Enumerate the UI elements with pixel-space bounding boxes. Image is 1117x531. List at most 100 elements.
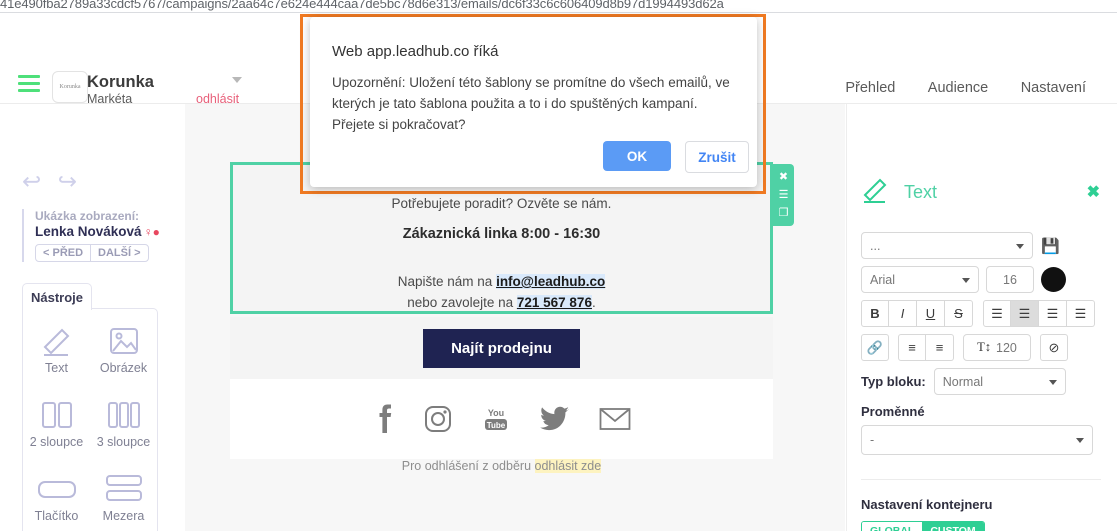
preview-pager: < PŘED DALŠÍ > (35, 244, 149, 262)
contact-suffix: . (591, 295, 596, 310)
spacer-icon (103, 469, 145, 509)
top-navigation: Přehled Audience Nastavení (817, 79, 1117, 97)
contact-email-link[interactable]: info@leadhub.co (496, 274, 606, 289)
link-chain-icon[interactable]: 🔗 (861, 334, 889, 361)
strikethrough-label: S (954, 306, 963, 321)
tool-button[interactable]: Tlačítko (23, 469, 90, 531)
toggle-global[interactable]: GLOBAL (862, 522, 923, 531)
underline-label: U (925, 306, 936, 321)
female-gender-icon: ♀● (143, 225, 160, 239)
format-row: B I U S ☰ ☰ ☰ ☰ (861, 300, 1095, 327)
chevron-down-icon (1016, 243, 1024, 249)
properties-panel: Text ✖ ... 💾 Arial 16 B I U S ☰ ☰ ☰ ☰ 🔗 … (846, 104, 1117, 531)
tool-image[interactable]: Obrázek (90, 321, 157, 395)
align-center-icon[interactable]: ☰ (1011, 300, 1039, 327)
tab-nastroje[interactable]: Nástroje (22, 283, 92, 310)
hamburger-bar (18, 89, 40, 92)
italic-icon[interactable]: I (889, 300, 917, 327)
clear-format-icon[interactable]: ⊘ (1040, 334, 1068, 361)
tool-three-columns-label: 3 sloupce (96, 435, 151, 449)
youtube-icon[interactable]: You Tube (481, 404, 511, 434)
block-type-row: Typ bloku: Normal (861, 368, 1066, 395)
tool-button-label: Tlačítko (34, 509, 79, 523)
tool-two-columns[interactable]: 2 sloupce (23, 395, 90, 469)
footer-prefix: Pro odhlášení z odběru (401, 459, 535, 473)
email-cta-zone: Najít prodejnu (230, 317, 773, 379)
image-icon (108, 321, 140, 361)
brand-logo: Korunka (52, 71, 88, 103)
block-duplicate-icon[interactable]: ❐ (779, 204, 789, 222)
instagram-icon[interactable] (424, 405, 452, 433)
tool-spacer[interactable]: Mezera (90, 469, 157, 531)
tool-spacer-label: Mezera (102, 509, 145, 523)
tool-text[interactable]: Text (23, 321, 90, 395)
nav-item-prehled[interactable]: Přehled (845, 80, 895, 96)
tool-two-columns-label: 2 sloupce (29, 435, 84, 449)
variables-select[interactable]: - (861, 425, 1093, 455)
preview-recipient-box: Ukázka zobrazení: Lenka Nováková ♀● < PŘE… (22, 209, 160, 262)
nav-item-nastaveni[interactable]: Nastavení (1021, 80, 1086, 96)
email-line-advice: Potřebujete poradit? Ozvěte se nám. (391, 196, 612, 211)
facebook-icon[interactable] (373, 404, 395, 434)
svg-text:Tube: Tube (486, 421, 505, 430)
redo-arrow-icon[interactable]: ↪ (58, 170, 77, 193)
align-right-icon[interactable]: ☰ (1039, 300, 1067, 327)
contact-phone-text[interactable]: 721 567 876 (517, 295, 592, 310)
svg-text:You: You (487, 408, 503, 418)
contact-email-text[interactable]: info@leadhub.co (496, 274, 605, 289)
font-size-input[interactable]: 16 (986, 266, 1034, 293)
browser-url-strip: 41e490fba2789a33cdcf5767/campaigns/2aa64… (0, 0, 1117, 13)
style-select[interactable]: ... (861, 232, 1033, 259)
email-envelope-icon[interactable] (599, 407, 631, 431)
block-type-value: Normal (942, 374, 984, 389)
app-root: 41e490fba2789a33cdcf5767/campaigns/2aa64… (0, 0, 1117, 531)
container-settings-label: Nastavení kontejneru (861, 497, 993, 512)
properties-title: Text (904, 182, 938, 202)
email-social-row: You Tube (230, 379, 773, 459)
brand-name: Korunka (87, 73, 154, 91)
floppy-save-icon[interactable]: 💾 (1041, 237, 1060, 255)
account-chevron-down-icon[interactable] (232, 77, 242, 83)
preview-next-button[interactable]: DALŠÍ > (91, 245, 147, 261)
align-justify-icon[interactable]: ☰ (1067, 300, 1095, 327)
preview-label: Ukázka zobrazení: (35, 209, 140, 223)
block-move-icon[interactable]: ☰ (779, 186, 789, 204)
preview-prev-button[interactable]: < PŘED (36, 245, 92, 261)
global-custom-toggle: GLOBAL CUSTOM (861, 521, 985, 531)
numbered-list-icon[interactable]: ≡ (926, 334, 954, 361)
hamburger-bar (18, 82, 40, 85)
block-delete-icon[interactable]: ✖ (779, 168, 788, 186)
align-left-icon[interactable]: ☰ (983, 300, 1011, 327)
line-height-input[interactable]: T↕ 120 (963, 334, 1031, 361)
text-color-swatch[interactable] (1041, 267, 1066, 292)
dialog-ok-button[interactable]: OK (603, 141, 671, 171)
contact-phone-link[interactable]: 721 567 876 (516, 295, 592, 310)
chevron-down-icon (1076, 438, 1084, 443)
font-family-value: Arial (870, 272, 896, 287)
block-type-select[interactable]: Normal (933, 368, 1066, 395)
font-family-select[interactable]: Arial (861, 266, 979, 293)
properties-close-icon[interactable]: ✖ (1087, 182, 1100, 202)
strikethrough-icon[interactable]: S (945, 300, 973, 327)
twitter-icon[interactable] (539, 406, 570, 432)
tools-row: 🔗 ≡ ≡ T↕ 120 ⊘ (861, 334, 1068, 361)
undo-arrow-icon[interactable]: ↩ (22, 170, 41, 193)
bold-icon[interactable]: B (861, 300, 889, 327)
variables-value: - (870, 433, 875, 447)
line-height-icon: T↕ (977, 340, 992, 354)
left-sidebar: ↩ ↪ Ukázka zobrazení: Lenka Nováková ♀● <… (0, 104, 186, 531)
unsubscribe-link[interactable]: odhlásit zde (534, 459, 602, 473)
properties-header: Text (861, 176, 937, 209)
style-select-value: ... (870, 238, 881, 253)
url-text[interactable]: 41e490fba2789a33cdcf5767/campaigns/2aa64… (0, 0, 724, 11)
bullet-list-icon[interactable]: ≡ (898, 334, 926, 361)
toggle-custom[interactable]: CUSTOM (922, 522, 984, 531)
nav-item-audience[interactable]: Audience (928, 80, 988, 96)
underline-icon[interactable]: U (917, 300, 945, 327)
browser-alert-dialog: Web app.leadhub.co říká Upozornění: Ulož… (310, 17, 757, 187)
hamburger-menu-icon[interactable] (18, 75, 40, 92)
dialog-cancel-button[interactable]: Zrušit (685, 141, 749, 173)
three-columns-icon (107, 395, 141, 435)
tool-three-columns[interactable]: 3 sloupce (90, 395, 157, 469)
email-cta-button[interactable]: Najít prodejnu (423, 328, 580, 368)
